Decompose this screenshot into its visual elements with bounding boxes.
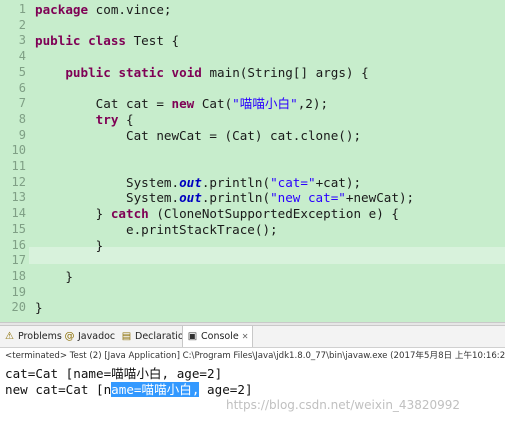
line-number: 7 xyxy=(18,96,26,111)
line-number: 19 xyxy=(11,284,26,299)
code-token: com.vince; xyxy=(88,2,172,17)
console-output-text: new cat=Cat [n xyxy=(5,382,112,397)
tab-declaration[interactable]: ▤ Declaration xyxy=(121,326,190,347)
line-number: 17 xyxy=(11,253,26,268)
line-number: 15 xyxy=(11,221,26,236)
keyword-token: class xyxy=(88,33,127,49)
text-selection[interactable]: ame=喵喵小白, xyxy=(111,382,200,397)
line-number: 6 xyxy=(18,80,26,95)
string-token: "cat=" xyxy=(270,174,316,190)
tab-label: Problems xyxy=(18,331,62,342)
code-editor[interactable]: 1 2 3 4 5 6 7 8 9 10 11 12 13 14 15 16 17 18 19 20 package … xyxy=(0,0,505,322)
code-token: (CloneNotSupportedException e) { xyxy=(148,206,399,222)
tab-label: Javadoc xyxy=(78,331,116,342)
code-line[interactable]: public class Test { xyxy=(35,32,179,49)
console-output-line-1[interactable]: cat=Cat [name=喵喵小白, age=2] xyxy=(5,366,222,382)
code-line[interactable]: System.out.println("new cat="+newCat); xyxy=(35,189,414,206)
code-line[interactable]: } xyxy=(35,237,104,254)
code-token: System. xyxy=(35,174,180,190)
line-number: 8 xyxy=(18,111,26,126)
code-line[interactable]: Cat cat = new Cat("喵喵小白",2); xyxy=(35,95,328,112)
console-icon: ▣ xyxy=(187,331,198,342)
code-line[interactable]: e.printStackTrace(); xyxy=(35,221,278,238)
code-line[interactable]: public static void main(String[] args) { xyxy=(35,64,369,81)
code-line[interactable]: Cat newCat = (Cat) cat.clone(); xyxy=(35,127,361,144)
line-number: 16 xyxy=(11,237,26,252)
code-token: ,2); xyxy=(297,96,329,112)
keyword-token: package xyxy=(35,2,89,17)
keyword-token: try xyxy=(95,111,119,127)
code-token: System. xyxy=(35,190,180,206)
code-token: Cat( xyxy=(194,96,233,112)
close-icon[interactable]: ✕ xyxy=(242,326,249,347)
keyword-token: public xyxy=(35,33,81,49)
code-token: { xyxy=(118,111,134,127)
line-number: 18 xyxy=(11,268,26,283)
code-line[interactable]: } xyxy=(35,299,43,316)
keyword-token: static xyxy=(118,64,164,80)
line-number: 3 xyxy=(18,33,26,48)
line-number: 14 xyxy=(11,206,26,221)
console-output-line-2[interactable]: new cat=Cat [name=喵喵小白, age=2] xyxy=(5,382,253,398)
line-number: 11 xyxy=(11,159,26,173)
code-token: .println( xyxy=(201,174,271,190)
code-token: .println( xyxy=(201,190,271,206)
string-token: "new cat=" xyxy=(270,190,346,206)
field-token: out xyxy=(179,190,202,206)
code-token: } xyxy=(35,300,43,316)
code-token: } xyxy=(35,268,73,284)
code-line[interactable]: package com.vince; xyxy=(35,1,171,18)
declaration-icon: ▤ xyxy=(121,331,132,342)
line-number: 2 xyxy=(18,17,26,32)
code-token: } xyxy=(35,206,111,222)
keyword-token: new xyxy=(171,96,195,112)
code-token: Cat cat = xyxy=(35,96,172,112)
console-status-line: <terminated> Test (2) [Java Application]… xyxy=(0,348,505,364)
javadoc-icon: @ xyxy=(64,331,75,342)
code-token: +newCat); xyxy=(345,190,415,206)
tab-label: Console xyxy=(201,331,239,342)
line-number-gutter: 1 2 3 4 5 6 7 8 9 10 11 12 13 14 15 16 17 18 19 20 xyxy=(0,0,29,322)
code-line[interactable]: System.out.println("cat="+cat); xyxy=(35,174,361,191)
field-token: out xyxy=(179,174,202,190)
console-output-text: age=2] xyxy=(199,382,253,397)
line-number: 12 xyxy=(11,174,26,189)
line-number: 20 xyxy=(11,300,26,315)
line-number: 10 xyxy=(11,143,26,158)
line-number: 13 xyxy=(11,190,26,205)
code-token: Cat newCat = (Cat) cat.clone(); xyxy=(35,127,362,143)
tab-console[interactable]: ▣ Console ✕ xyxy=(182,326,254,347)
tab-javadoc[interactable]: @ Javadoc xyxy=(64,326,116,347)
code-token: Test { xyxy=(126,33,180,49)
code-line[interactable]: try { xyxy=(35,111,134,128)
view-tab-bar: ⚠ Problems @ Javadoc ▤ Declaration ▣ Console ✕ xyxy=(0,326,505,348)
code-token: e.printStackTrace(); xyxy=(35,221,278,237)
code-token: +cat); xyxy=(315,174,362,190)
line-number: 1 xyxy=(18,2,26,16)
string-token: "喵喵小白" xyxy=(232,96,298,112)
code-token: main(String[] args) { xyxy=(201,64,369,80)
watermark: https://blog.csdn.net/weixin_43820992 xyxy=(226,398,461,412)
code-line[interactable]: } xyxy=(35,268,73,285)
keyword-token: public xyxy=(65,64,111,80)
line-number: 5 xyxy=(18,64,26,79)
tab-problems[interactable]: ⚠ Problems xyxy=(4,326,62,347)
keyword-token: catch xyxy=(110,206,149,222)
code-line[interactable]: } catch (CloneNotSupportedException e) { xyxy=(35,205,399,222)
keyword-token: void xyxy=(171,64,202,80)
line-number: 4 xyxy=(18,49,26,64)
line-number: 9 xyxy=(18,127,26,142)
problems-icon: ⚠ xyxy=(5,331,14,342)
code-token: } xyxy=(35,237,104,253)
